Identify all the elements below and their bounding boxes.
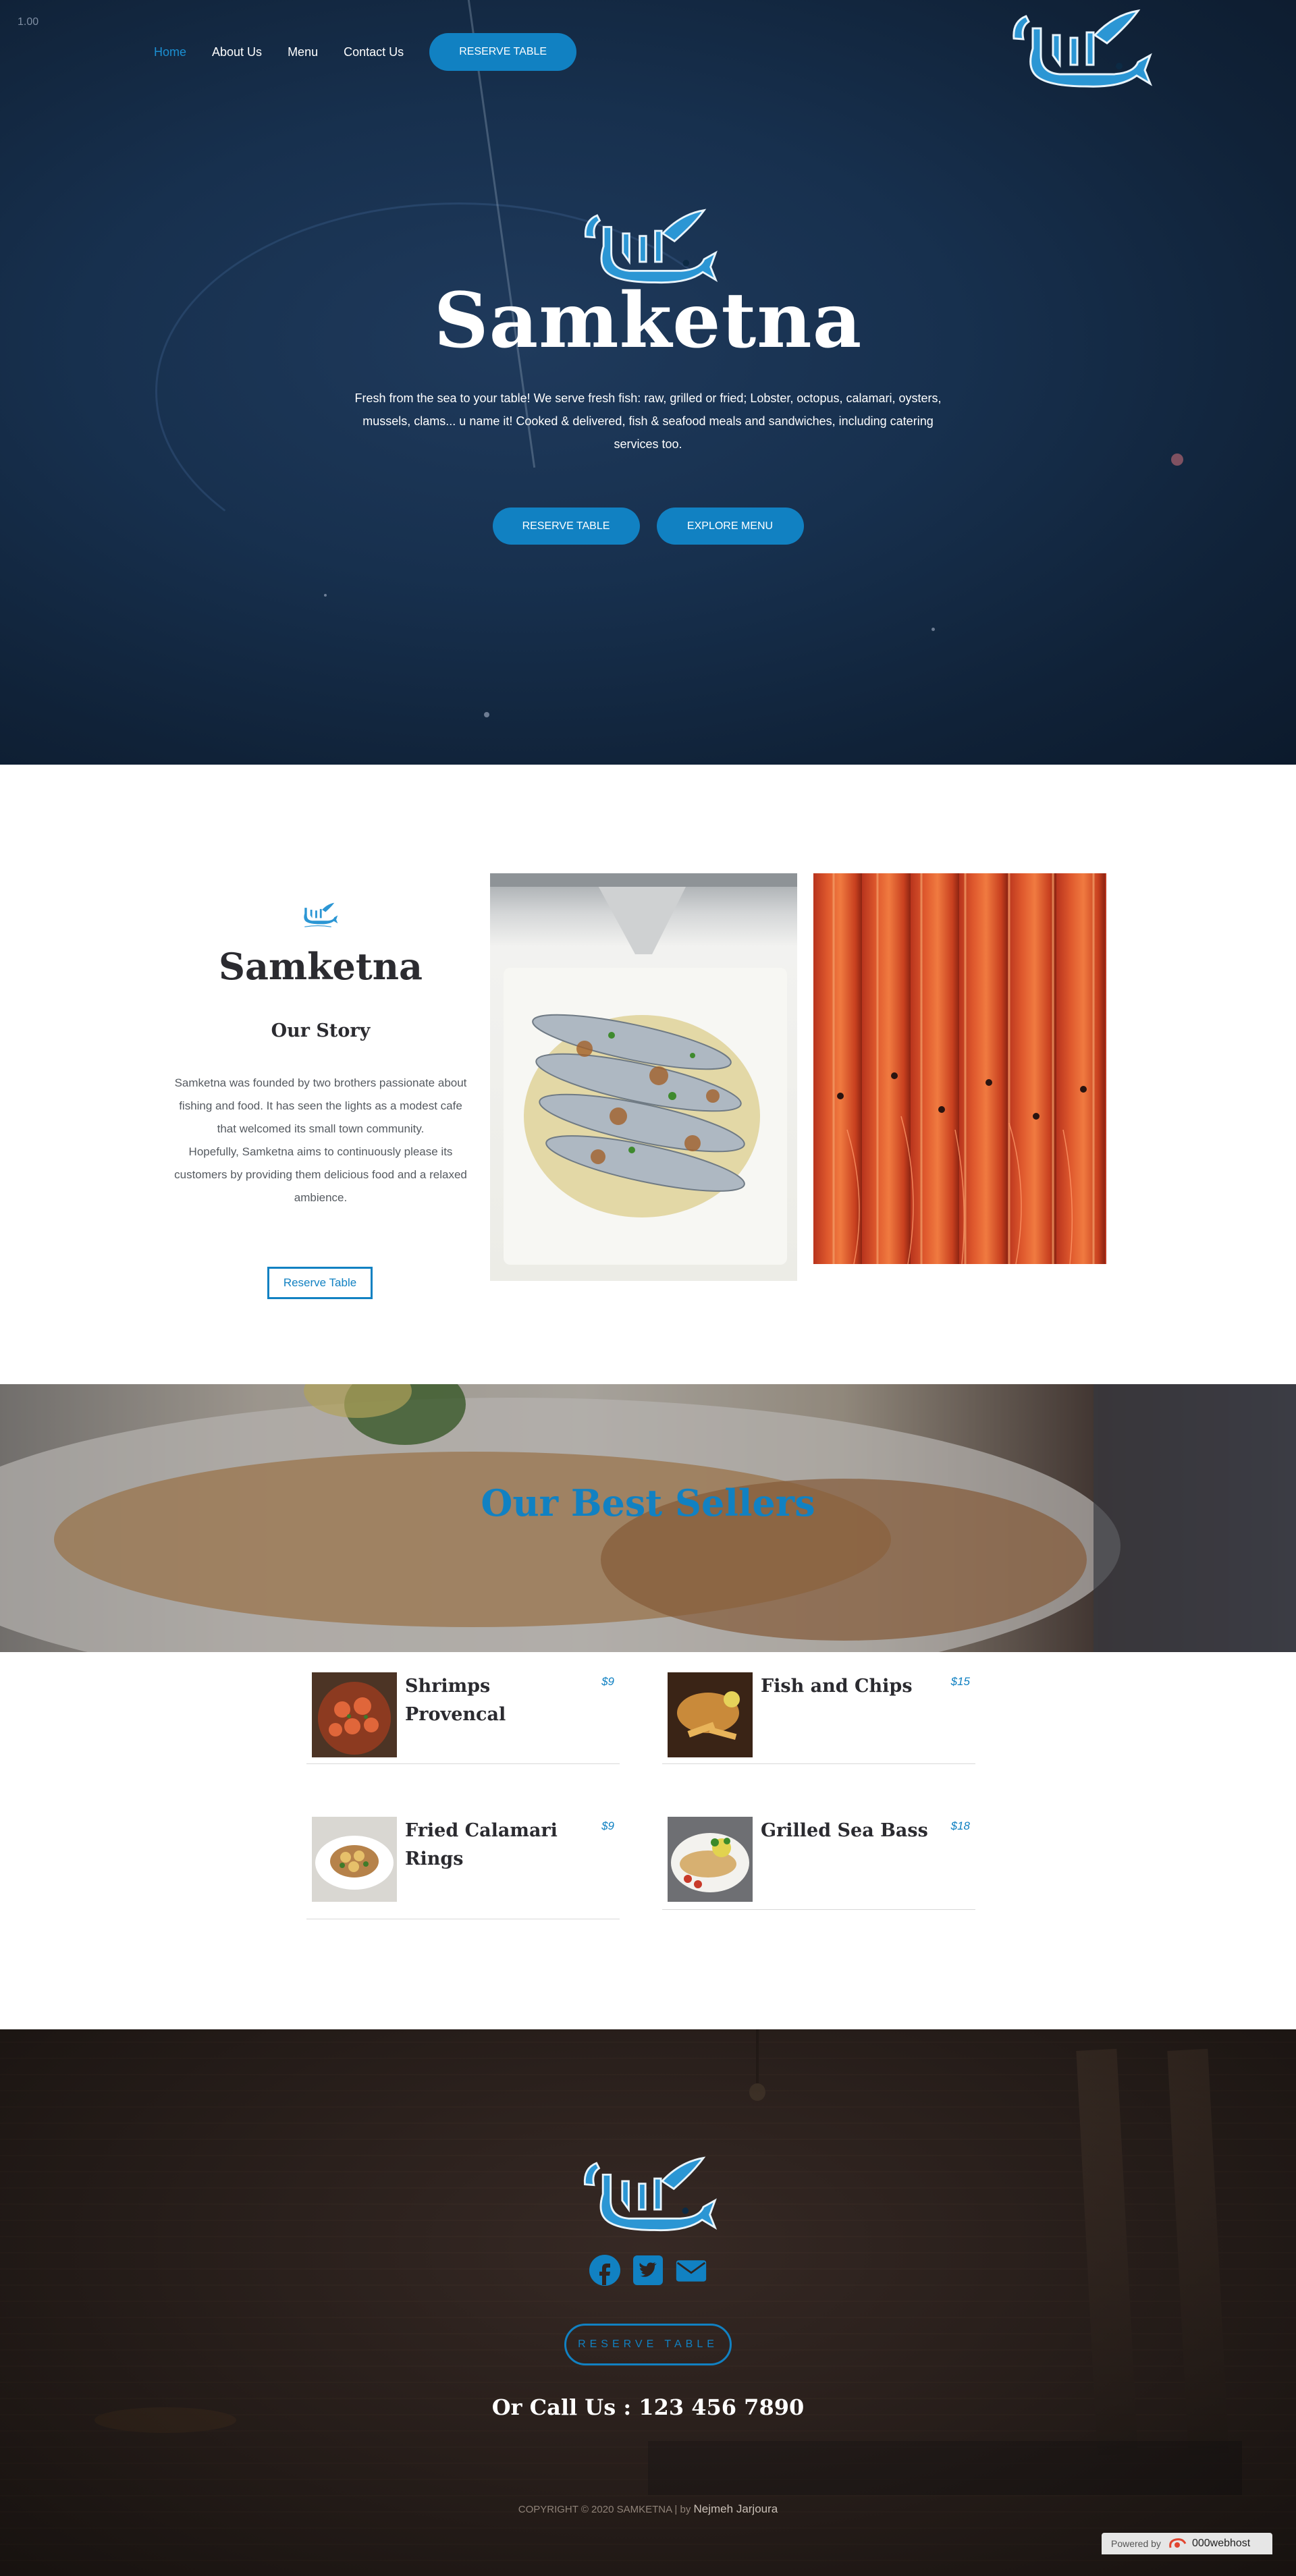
webhost-logo-icon bbox=[1169, 2538, 1187, 2548]
shrimps-provencal-photo bbox=[312, 1672, 397, 1757]
nav-item-contact-us[interactable]: Contact Us bbox=[344, 45, 404, 59]
hero-reserve-table-button[interactable]: RESERVE TABLE bbox=[492, 508, 640, 545]
menu-item-name: Fried Calamari Rings bbox=[405, 1820, 558, 1869]
menu-item-price: $15 bbox=[950, 1675, 970, 1688]
fried-calamari-photo bbox=[312, 1817, 397, 1902]
fish-and-chips-photo bbox=[668, 1672, 753, 1757]
grilled-sea-bass-photo bbox=[668, 1817, 753, 1902]
menu-item-name: Grilled Sea Bass bbox=[761, 1820, 928, 1841]
story-title: Samketna bbox=[218, 945, 423, 988]
menu-item[interactable]: Fish and Chips $15 bbox=[662, 1672, 975, 1764]
hero-title: Samketna bbox=[433, 277, 863, 365]
powered-by-brand: 000webhost bbox=[1191, 2538, 1251, 2549]
powered-by-label: Powered by bbox=[1111, 2538, 1161, 2549]
version-badge: 1.00 bbox=[18, 16, 39, 28]
hero-background-dot bbox=[484, 712, 489, 717]
best-sellers-title: Our Best Sellers bbox=[481, 1481, 815, 1525]
call-us-text: Or Call Us : 123 456 7890 bbox=[491, 2394, 805, 2420]
menu-item-price: $9 bbox=[601, 1675, 614, 1688]
social-links bbox=[0, 2254, 1296, 2286]
hero-background-dot bbox=[324, 594, 327, 597]
menu-item-name: Shrimps Provencal bbox=[405, 1676, 506, 1725]
hero-section bbox=[0, 0, 1296, 765]
nav-item-about-us[interactable]: About Us bbox=[212, 45, 262, 59]
prawns-photo bbox=[813, 873, 1106, 1264]
hero-background-dot bbox=[1171, 454, 1183, 466]
menu-item-price: $9 bbox=[601, 1819, 614, 1832]
samketna-footer-logo bbox=[583, 2156, 718, 2232]
copyright: COPYRIGHT © 2020 SAMKETNA | by Nejmeh Ja… bbox=[0, 2502, 1296, 2516]
main-nav: Home About Us Menu Contact Us RESERVE TA… bbox=[154, 33, 577, 71]
nav-item-home[interactable]: Home bbox=[154, 45, 186, 59]
author-link[interactable]: Nejmeh Jarjoura bbox=[694, 2502, 778, 2515]
menu-item-price: $18 bbox=[950, 1819, 970, 1832]
hero-explore-menu-button[interactable]: EXPLORE MENU bbox=[656, 508, 804, 545]
footer-reserve-table-button[interactable]: RESERVE TABLE bbox=[564, 2324, 732, 2365]
hero-background-dot bbox=[932, 628, 935, 631]
footer bbox=[0, 2029, 1296, 2576]
samketna-small-logo bbox=[304, 902, 338, 927]
envelope-icon[interactable] bbox=[675, 2254, 707, 2286]
powered-by-badge[interactable]: Powered by 000webhost bbox=[1102, 2533, 1272, 2554]
samketna-hero-logo bbox=[584, 209, 718, 284]
copyright-text: COPYRIGHT © 2020 SAMKETNA | by bbox=[518, 2504, 691, 2515]
footer-overlay bbox=[0, 2029, 1296, 2576]
twitter-icon[interactable] bbox=[632, 2254, 664, 2286]
facebook-icon[interactable] bbox=[589, 2254, 621, 2286]
story-paragraph: Hopefully, Samketna aims to continuously… bbox=[174, 1145, 467, 1204]
story-reserve-table-button[interactable]: Reserve Table bbox=[267, 1267, 373, 1299]
samketna-logo[interactable] bbox=[1006, 8, 1154, 89]
nav-item-menu[interactable]: Menu bbox=[288, 45, 318, 59]
menu-item-name: Fish and Chips bbox=[761, 1676, 913, 1697]
sardines-photo bbox=[490, 873, 797, 1281]
hero-buttons: RESERVE TABLE EXPLORE MENU bbox=[0, 508, 1296, 545]
hero-description: Fresh from the sea to your table! We ser… bbox=[354, 391, 942, 451]
menu-item[interactable]: Grilled Sea Bass $18 bbox=[662, 1817, 975, 1910]
story-paragraph: Samketna was founded by two brothers pas… bbox=[174, 1076, 467, 1135]
menu-item[interactable]: Shrimps Provencal $9 bbox=[306, 1672, 620, 1764]
nav-reserve-table-button[interactable]: RESERVE TABLE bbox=[429, 33, 577, 71]
menu-item[interactable]: Fried Calamari Rings $9 bbox=[306, 1817, 620, 1919]
story-text: Samketna was founded by two brothers pas… bbox=[173, 1072, 468, 1209]
story-subtitle: Our Story bbox=[271, 1020, 371, 1041]
